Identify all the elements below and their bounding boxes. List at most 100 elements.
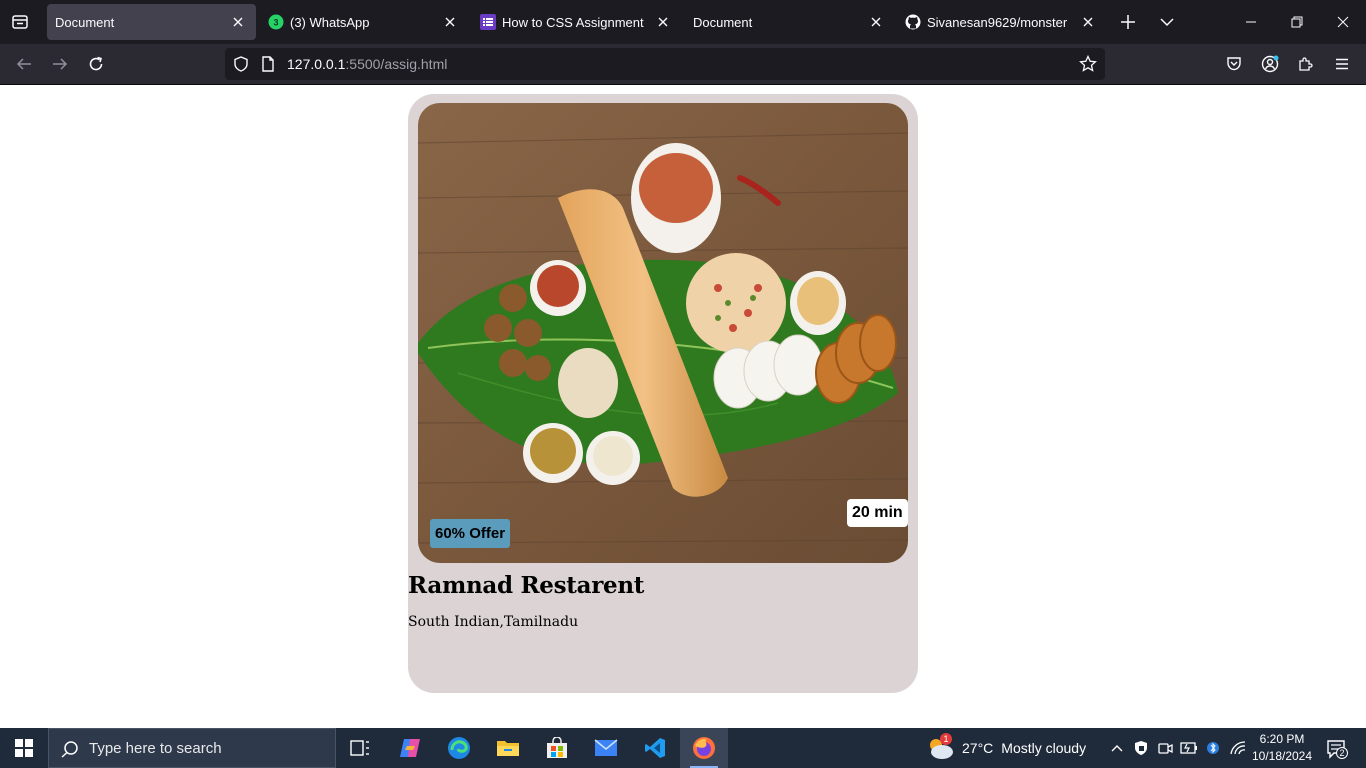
offer-badge: 60% Offer: [430, 519, 511, 548]
copilot-button[interactable]: [386, 728, 434, 768]
edge-button[interactable]: [435, 728, 483, 768]
tab-github-monster[interactable]: Sivanesan9629/monster: [897, 4, 1106, 40]
browser-tab-strip: Document 3 (3) WhatsApp How to CSS Assig…: [0, 0, 1366, 44]
list-all-tabs-button[interactable]: [1149, 4, 1185, 40]
restore-button[interactable]: [1274, 0, 1320, 44]
vscode-button[interactable]: [631, 728, 679, 768]
bookmark-star-icon[interactable]: [1079, 54, 1097, 78]
weather-temperature: 27°C: [962, 740, 994, 756]
list-app-icon: [480, 14, 496, 30]
close-window-button[interactable]: [1320, 0, 1366, 44]
forward-button[interactable]: [42, 46, 78, 82]
tab-whatsapp[interactable]: 3 (3) WhatsApp: [260, 4, 468, 40]
account-icon: [1261, 55, 1279, 73]
folder-icon: [497, 741, 519, 756]
page-info-icon[interactable]: [261, 56, 275, 77]
battery-plug-icon: [1180, 742, 1197, 754]
back-button[interactable]: [6, 46, 42, 82]
start-button[interactable]: [0, 728, 48, 768]
food-platter-illustration: [418, 103, 908, 563]
clock-date: 10/18/2024: [1251, 749, 1313, 763]
firefox-view-icon: [12, 15, 28, 29]
tab-title: How to CSS Assignment: [502, 14, 644, 30]
show-hidden-icons-button[interactable]: [1107, 738, 1127, 758]
tab-title: (3) WhatsApp: [290, 14, 370, 30]
wifi-icon: [1230, 741, 1246, 755]
weather-alert-badge: 1: [940, 733, 952, 745]
search-placeholder: Type here to search: [89, 740, 222, 757]
partly-cloudy-icon: 1: [926, 733, 954, 760]
close-tab-icon[interactable]: [866, 12, 886, 32]
reload-button[interactable]: [78, 46, 114, 82]
windows-logo-icon: [15, 739, 33, 757]
bluetooth-icon: [1207, 742, 1219, 754]
edge-browser-icon: [448, 737, 470, 759]
security-tray-icon[interactable]: [1131, 738, 1151, 758]
wifi-tray-icon[interactable]: [1228, 738, 1248, 758]
weather-condition: Mostly cloudy: [1001, 740, 1087, 756]
firefox-view-button[interactable]: [0, 0, 40, 44]
url-bar[interactable]: 127.0.0.1:5500/assig.html: [225, 48, 1105, 80]
food-image: 20 min 60% Offer: [418, 103, 908, 563]
tab-document-active[interactable]: Document: [47, 4, 256, 40]
puzzle-icon: [1299, 57, 1313, 71]
url-text[interactable]: 127.0.0.1:5500/assig.html: [287, 56, 447, 72]
chevron-up-icon: [1111, 745, 1123, 752]
restaurant-card[interactable]: 20 min 60% Offer Ramnad Restarent South …: [408, 94, 918, 693]
taskbar-clock[interactable]: 6:20 PM 10/18/2024: [1246, 731, 1318, 765]
battery-tray-icon[interactable]: [1179, 738, 1199, 758]
plus-icon: [1121, 15, 1135, 29]
notification-center-button[interactable]: 2: [1324, 737, 1348, 761]
task-view-button[interactable]: [336, 728, 384, 768]
tab-title: Document: [693, 14, 753, 30]
url-host: 127.0.0.1: [287, 56, 346, 72]
restore-icon: [1291, 16, 1303, 28]
whatsapp-badge-count: 3: [273, 18, 278, 28]
task-view-icon: [350, 740, 369, 756]
notification-count-badge: 2: [1336, 747, 1348, 759]
bluetooth-tray-icon[interactable]: [1203, 738, 1223, 758]
camera-icon: [1158, 743, 1173, 754]
mail-button[interactable]: [582, 728, 630, 768]
close-tab-icon[interactable]: [440, 12, 460, 32]
extensions-button[interactable]: [1288, 46, 1324, 82]
store-button[interactable]: [533, 728, 581, 768]
app-menu-button[interactable]: [1324, 46, 1360, 82]
hamburger-menu-icon: [1336, 58, 1348, 70]
account-button[interactable]: [1252, 46, 1288, 82]
minimize-icon: [1246, 21, 1256, 23]
page-viewport: 20 min 60% Offer Ramnad Restarent South …: [0, 85, 1366, 728]
meet-now-tray-icon[interactable]: [1155, 738, 1175, 758]
close-tab-icon[interactable]: [228, 12, 248, 32]
tab-document[interactable]: Document: [685, 4, 894, 40]
minimize-button[interactable]: [1228, 0, 1274, 44]
tab-title: Sivanesan9629/monster: [927, 14, 1068, 30]
taskbar-search-box[interactable]: Type here to search: [48, 728, 336, 768]
file-explorer-button[interactable]: [484, 728, 532, 768]
mail-envelope-icon: [594, 739, 618, 756]
vscode-icon: [645, 738, 665, 758]
tab-title: Document: [55, 14, 115, 30]
copilot-icon: [400, 739, 420, 757]
search-icon: [61, 740, 79, 763]
store-bag-icon: [547, 737, 567, 758]
close-tab-icon[interactable]: [653, 12, 673, 32]
firefox-icon: [693, 737, 715, 759]
new-tab-button[interactable]: [1110, 4, 1146, 40]
pocket-button[interactable]: [1216, 46, 1252, 82]
whatsapp-icon: 3: [268, 14, 284, 30]
close-tab-icon[interactable]: [1078, 12, 1098, 32]
shield-icon[interactable]: [233, 56, 249, 77]
pocket-icon: [1227, 57, 1241, 71]
tab-css-assignment[interactable]: How to CSS Assignment: [472, 4, 681, 40]
shield-tray-icon: [1135, 741, 1147, 755]
arrow-right-icon: [53, 58, 68, 70]
close-icon: [1337, 16, 1349, 28]
arrow-left-icon: [16, 58, 31, 70]
firefox-taskbar-button[interactable]: [680, 728, 728, 768]
weather-widget[interactable]: 1 27°C Mostly cloudy: [926, 728, 1086, 768]
github-icon: [905, 14, 921, 30]
windows-taskbar: Type here to search 1 27°C Mostly cloudy: [0, 728, 1366, 768]
restaurant-name: Ramnad Restarent: [408, 572, 645, 599]
reload-icon: [89, 56, 103, 71]
